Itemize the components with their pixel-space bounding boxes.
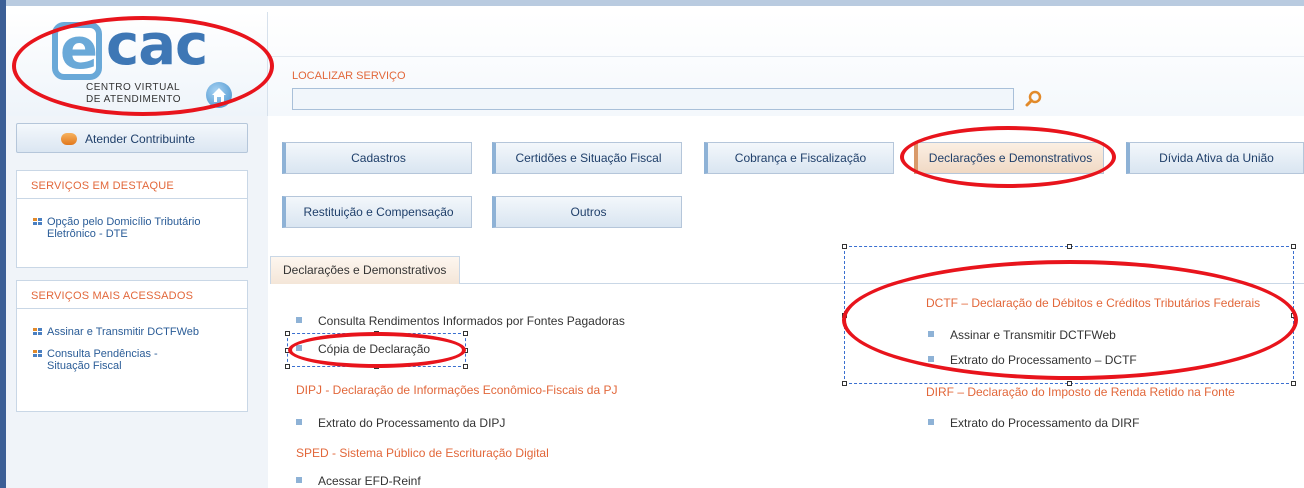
atender-contribuinte-button[interactable]: Atender Contribuinte [16,123,248,153]
resize-handle[interactable] [1291,244,1296,249]
page: e cac CENTRO VIRTUAL DE ATENDIMENTO LOCA… [0,0,1304,488]
link-extrato-dirf[interactable]: Extrato do Processamento da DIRF [928,416,1140,430]
panel-tab-declaracoes[interactable]: Declarações e Demonstrativos [270,256,460,284]
chat-icon [61,133,77,145]
sidebar-item-pendencias[interactable]: Consulta Pendências - Situação Fiscal [17,348,247,372]
link-extrato-dipj[interactable]: Extrato do Processamento da DIPJ [296,416,506,430]
annotation-ellipse-logo [12,16,274,116]
resize-handle[interactable] [842,381,847,386]
tab-certidoes[interactable]: Certidões e Situação Fiscal [492,142,682,174]
tab-cadastros[interactable]: Cadastros [282,142,472,174]
top-border [0,0,1304,6]
square-bullet-icon [296,317,302,323]
resize-handle[interactable] [463,331,468,336]
sidebar-item-label: Assinar e Transmitir DCTFWeb [47,326,199,338]
grid-bullet-icon [33,328,42,336]
resize-handle[interactable] [1067,244,1072,249]
annotation-ellipse-copia [288,332,466,368]
tab-cobranca[interactable]: Cobrança e Fiscalização [704,142,894,174]
link-consulta-rendimentos[interactable]: Consulta Rendimentos Informados por Font… [296,314,625,328]
link-label: Extrato do Processamento da DIRF [950,416,1140,430]
servicos-destaque-box: SERVIÇOS EM DESTAQUE Opção pelo Domicíli… [16,170,248,268]
link-label: Consulta Rendimentos Informados por Font… [318,314,625,328]
resize-handle[interactable] [463,364,468,369]
servicos-destaque-title: SERVIÇOS EM DESTAQUE [17,171,247,199]
search-icon[interactable] [1024,89,1044,109]
square-bullet-icon [928,419,934,425]
resize-handle[interactable] [842,244,847,249]
section-dirf[interactable]: DIRF – Declaração do Imposto de Renda Re… [926,385,1235,399]
grid-bullet-icon [33,350,42,358]
sidebar-item-label: Opção pelo Domicílio Tributário Eletrôni… [47,216,201,240]
link-efd-reinf[interactable]: Acessar EFD-Reinf [296,474,421,488]
atender-contribuinte-label: Atender Contribuinte [85,132,196,146]
resize-handle[interactable] [285,364,290,369]
search-input[interactable] [292,88,1014,110]
sidebar-item-dctfweb[interactable]: Assinar e Transmitir DCTFWeb [17,326,247,338]
tab-restituicao[interactable]: Restituição e Compensação [282,196,472,228]
square-bullet-icon [296,477,302,483]
tab-divida-ativa[interactable]: Dívida Ativa da União [1126,142,1304,174]
resize-handle[interactable] [285,331,290,336]
resize-handle[interactable] [1067,381,1072,386]
annotation-ellipse-dctf [842,260,1298,380]
tab-outros[interactable]: Outros [492,196,682,228]
link-label: Extrato do Processamento da DIPJ [318,416,506,430]
grid-bullet-icon [33,218,42,226]
section-sped[interactable]: SPED - Sistema Público de Escrituração D… [296,446,549,460]
sidebar-item-dte[interactable]: Opção pelo Domicílio Tributário Eletrôni… [17,216,247,240]
servicos-acessados-title: SERVIÇOS MAIS ACESSADOS [17,281,247,309]
link-label: Acessar EFD-Reinf [318,474,421,488]
square-bullet-icon [296,419,302,425]
header-divider [268,56,1304,57]
annotation-ellipse-declaracoes-tab [900,126,1116,188]
resize-handle[interactable] [1291,381,1296,386]
search-label: LOCALIZAR SERVIÇO [292,70,406,82]
sidebar-item-label: Consulta Pendências - Situação Fiscal [47,348,158,372]
servicos-acessados-box: SERVIÇOS MAIS ACESSADOS Assinar e Transm… [16,280,248,412]
section-dipj[interactable]: DIPJ - Declaração de Informações Econômi… [296,383,617,397]
